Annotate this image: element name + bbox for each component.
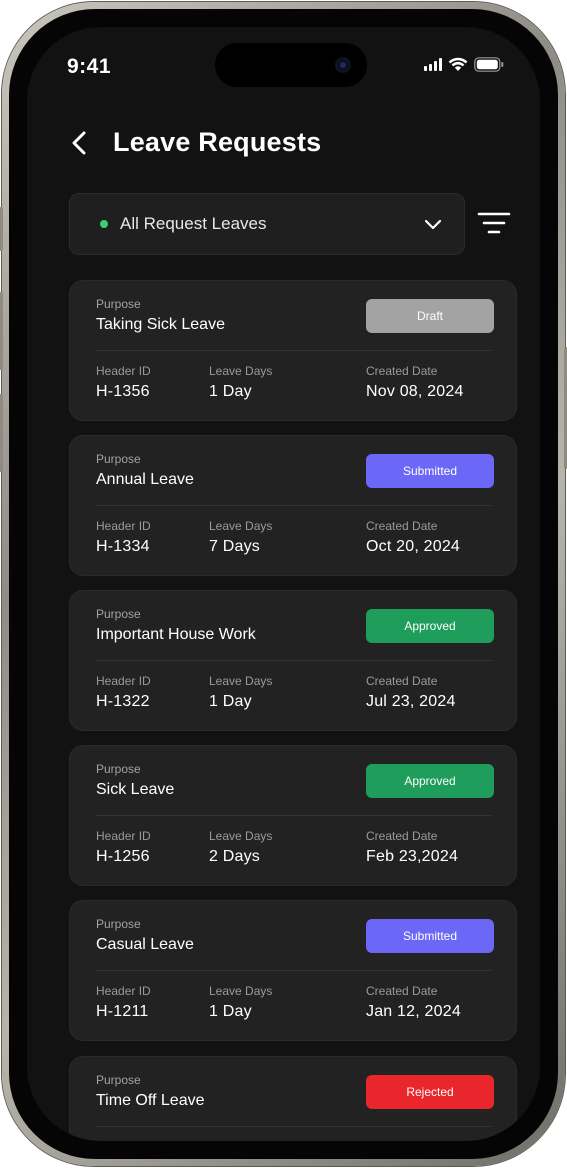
- purpose-caption: Purpose: [96, 452, 141, 466]
- created-date-caption: Created Date: [366, 1140, 437, 1141]
- status-badge: Rejected: [366, 1075, 494, 1109]
- created-date-value: Jan 12, 2024: [366, 1003, 461, 1020]
- screen: 9:41 Leave Requests All Request Leaves P…: [27, 27, 540, 1141]
- status-badge: Approved: [366, 764, 494, 798]
- camera-icon: [335, 57, 351, 73]
- back-button[interactable]: [67, 128, 91, 158]
- leave-days-value: 1 Day: [209, 1003, 252, 1020]
- volume-down-button: [0, 394, 3, 472]
- phone-frame: 9:41 Leave Requests All Request Leaves P…: [0, 2, 567, 1166]
- leave-request-card[interactable]: Purpose Annual Leave Submitted Header ID…: [69, 435, 517, 576]
- header-id-value: H-1334: [96, 538, 150, 555]
- header-id-caption: Header ID: [96, 674, 151, 688]
- created-date-caption: Created Date: [366, 519, 438, 533]
- volume-up-button: [0, 292, 3, 370]
- leave-days-caption: Leave Days: [209, 984, 273, 998]
- status-icons: [424, 57, 504, 72]
- header-id-caption: Header ID: [96, 364, 151, 378]
- divider: [96, 505, 492, 506]
- status-badge: Submitted: [366, 454, 494, 488]
- created-date-caption: Created Date: [366, 674, 438, 688]
- divider: [96, 350, 492, 351]
- purpose-value: Important House Work: [96, 626, 256, 643]
- leave-request-card[interactable]: Purpose Taking Sick Leave Draft Header I…: [69, 280, 517, 421]
- status-time: 9:41: [67, 55, 112, 78]
- leave-days-caption: Leave Days: [209, 674, 273, 688]
- leave-days-caption: Leave Days: [209, 829, 273, 843]
- leave-days-value: 1 Day: [209, 383, 252, 400]
- status-badge: Draft: [366, 299, 494, 333]
- leave-days-caption: Leave Days: [209, 364, 273, 378]
- divider: [96, 1126, 492, 1127]
- page-header: Leave Requests: [67, 127, 321, 158]
- status-badge: Approved: [366, 609, 494, 643]
- created-date-value: Jul 23, 2024: [366, 693, 456, 710]
- battery-icon: [474, 57, 504, 72]
- purpose-value: Taking Sick Leave: [96, 316, 225, 333]
- silent-switch: [0, 207, 3, 251]
- purpose-value: Time Off Leave: [96, 1092, 205, 1109]
- chevron-left-icon: [72, 131, 86, 154]
- divider: [96, 970, 492, 971]
- leave-request-card[interactable]: Purpose Important House Work Approved He…: [69, 590, 517, 731]
- header-id-caption: Header ID: [96, 1140, 151, 1141]
- leave-days-value: 2 Days: [209, 848, 260, 865]
- created-date-value: Nov 08, 2024: [366, 383, 464, 400]
- header-id-value: H-1356: [96, 383, 150, 400]
- leave-request-card[interactable]: Purpose Casual Leave Submitted Header ID…: [69, 900, 517, 1041]
- leave-request-card[interactable]: Purpose Time Off Leave Rejected Header I…: [69, 1056, 517, 1141]
- purpose-caption: Purpose: [96, 762, 141, 776]
- status-dot: [100, 220, 108, 228]
- header-id-caption: Header ID: [96, 519, 151, 533]
- created-date-value: Feb 23,2024: [366, 848, 459, 865]
- bezel: 9:41 Leave Requests All Request Leaves P…: [9, 9, 558, 1159]
- dynamic-island: [215, 43, 367, 87]
- cellular-signal-icon: [424, 58, 442, 71]
- leave-days-value: 7 Days: [209, 538, 260, 555]
- header-id-caption: Header ID: [96, 829, 151, 843]
- divider: [96, 815, 492, 816]
- header-id-value: H-1211: [96, 1003, 149, 1020]
- created-date-caption: Created Date: [366, 984, 438, 998]
- page-title: Leave Requests: [113, 127, 322, 157]
- filter-lines-icon: [477, 212, 511, 234]
- status-filter-dropdown[interactable]: All Request Leaves: [69, 193, 465, 255]
- header-id-value: H-1256: [96, 848, 150, 865]
- created-date-caption: Created Date: [366, 829, 438, 843]
- purpose-caption: Purpose: [96, 1073, 141, 1087]
- status-badge: Submitted: [366, 919, 494, 953]
- chevron-down-icon: [424, 219, 442, 229]
- divider: [96, 660, 492, 661]
- wifi-icon: [448, 57, 468, 71]
- purpose-value: Sick Leave: [96, 781, 175, 798]
- purpose-caption: Purpose: [96, 607, 141, 621]
- created-date-value: Oct 20, 2024: [366, 538, 461, 555]
- filter-button[interactable]: [477, 209, 511, 239]
- purpose-value: Annual Leave: [96, 471, 194, 488]
- created-date-caption: Created Date: [366, 364, 438, 378]
- header-id-caption: Header ID: [96, 984, 151, 998]
- leave-request-card[interactable]: Purpose Sick Leave Approved Header ID Le…: [69, 745, 517, 886]
- purpose-caption: Purpose: [96, 917, 141, 931]
- dropdown-selected-label: All Request Leaves: [120, 214, 267, 233]
- header-id-value: H-1322: [96, 693, 150, 710]
- leave-days-caption: Leave Days: [209, 519, 273, 533]
- purpose-caption: Purpose: [96, 297, 141, 311]
- leave-days-value: 1 Day: [209, 693, 252, 710]
- leave-days-caption: Leave Days: [209, 1140, 272, 1141]
- purpose-value: Casual Leave: [96, 936, 194, 953]
